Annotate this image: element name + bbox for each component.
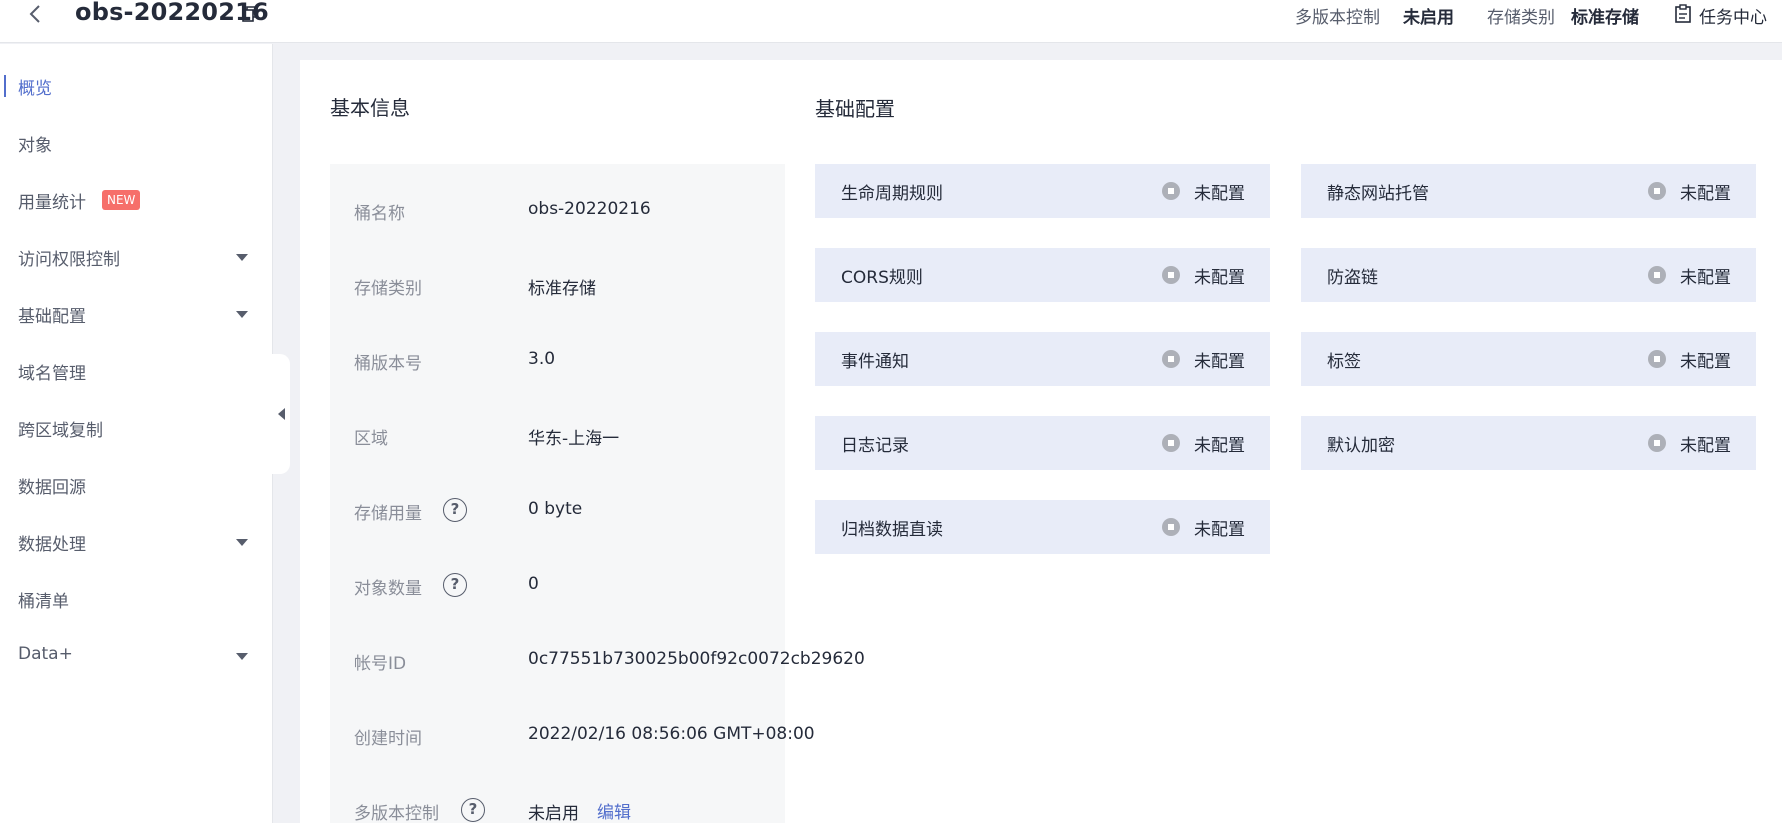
bucket-name-label: 桶名称 [354, 204, 405, 224]
status-dot-icon [1648, 182, 1666, 200]
account-id-label: 帐号ID [354, 654, 407, 674]
config-name: 静态网站托管 [1327, 184, 1429, 204]
sidebar-item-label: 概览 [18, 79, 52, 99]
versioning-value: 未启用 [1403, 8, 1454, 28]
storage-class-value: 标准存储 [528, 279, 596, 299]
account-id-value: 0c77551b730025b00f92c0072cb29620 [528, 649, 865, 669]
copy-icon[interactable] [240, 4, 260, 24]
back-arrow-icon[interactable] [24, 2, 48, 26]
config-status: 未配置 [1194, 352, 1245, 372]
config-hotlink-protection[interactable]: 防盗链 未配置 [1301, 248, 1756, 302]
sidebar-item-bucket-inventory[interactable]: 桶清单 [0, 579, 273, 619]
versioning-label: 多版本控制 [1295, 8, 1380, 28]
config-lifecycle-rules[interactable]: 生命周期规则 未配置 [815, 164, 1270, 218]
task-center-link[interactable]: 任务中心 [1699, 3, 1767, 28]
sidebar-item-basic-config[interactable]: 基础配置 [0, 294, 273, 334]
versioning-value: 未启用 [528, 804, 579, 823]
status-dot-icon [1162, 518, 1180, 536]
config-default-encryption[interactable]: 默认加密 未配置 [1301, 416, 1756, 470]
config-status: 未配置 [1194, 520, 1245, 540]
status-dot-icon [1162, 266, 1180, 284]
config-event-notification[interactable]: 事件通知 未配置 [815, 332, 1270, 386]
help-icon[interactable]: ? [443, 498, 467, 522]
status-dot-icon [1162, 350, 1180, 368]
sidebar-item-access-control[interactable]: 访问权限控制 [0, 237, 273, 277]
sidebar-item-label: 用量统计 [18, 193, 86, 213]
sidebar-item-objects[interactable]: 对象 [0, 123, 273, 163]
bucket-name-value: obs-20220216 [528, 199, 651, 219]
caret-down-icon [236, 539, 248, 546]
config-status: 未配置 [1680, 436, 1731, 456]
sidebar-item-label: 基础配置 [18, 307, 86, 327]
storage-class-label: 存储类别 [1487, 8, 1555, 28]
config-name: 日志记录 [841, 436, 909, 456]
object-count-value: 0 [528, 574, 539, 594]
top-header: obs-20220216 多版本控制 未启用 存储类别 标准存储 任务中心 [0, 0, 1782, 43]
help-icon[interactable]: ? [461, 798, 485, 822]
caret-down-icon [236, 311, 248, 318]
config-name: 生命周期规则 [841, 184, 943, 204]
storage-usage-label: 存储用量 [354, 504, 422, 524]
caret-down-icon [236, 254, 248, 261]
config-status: 未配置 [1194, 184, 1245, 204]
status-dot-icon [1162, 182, 1180, 200]
status-dot-icon [1648, 350, 1666, 368]
object-count-label: 对象数量 [354, 579, 422, 599]
status-dot-icon [1648, 434, 1666, 452]
storage-usage-value: 0 byte [528, 499, 583, 519]
sidebar-item-label: 域名管理 [18, 364, 86, 384]
config-name: 默认加密 [1327, 436, 1395, 456]
config-status: 未配置 [1680, 268, 1731, 288]
sidebar-item-label: 数据处理 [18, 535, 86, 555]
config-name: 标签 [1327, 352, 1361, 372]
storage-class-label: 存储类别 [354, 279, 422, 299]
sidebar: 概览 对象 用量统计 NEW 访问权限控制 基础配置 域名管理 跨区域复制 数据… [0, 44, 273, 823]
sidebar-item-usage-stats[interactable]: 用量统计 NEW [0, 180, 273, 220]
caret-down-icon [236, 653, 248, 660]
creation-time-label: 创建时间 [354, 729, 422, 749]
sidebar-item-label: 数据回源 [18, 478, 86, 498]
edit-versioning-link[interactable]: 编辑 [597, 798, 631, 823]
status-dot-icon [1162, 434, 1180, 452]
config-cors-rules[interactable]: CORS规则 未配置 [815, 248, 1270, 302]
task-center-icon[interactable] [1674, 4, 1692, 24]
config-name: 防盗链 [1327, 268, 1378, 288]
bucket-version-label: 桶版本号 [354, 354, 422, 374]
sidebar-item-data-plus[interactable]: Data+ [0, 636, 273, 676]
config-status: 未配置 [1194, 436, 1245, 456]
config-name: 事件通知 [841, 352, 909, 372]
region-label: 区域 [354, 429, 388, 449]
creation-time-value: 2022/02/16 08:56:06 GMT+08:00 [528, 724, 815, 744]
config-status: 未配置 [1194, 268, 1245, 288]
sidebar-collapse-handle[interactable] [272, 354, 290, 474]
sidebar-item-data-processing[interactable]: 数据处理 [0, 522, 273, 562]
storage-class-value: 标准存储 [1571, 8, 1639, 28]
sidebar-item-label: 对象 [18, 136, 52, 156]
versioning-label: 多版本控制 [354, 804, 439, 823]
config-name: CORS规则 [841, 268, 923, 288]
sidebar-item-domain-management[interactable]: 域名管理 [0, 351, 273, 391]
sidebar-item-back-to-source[interactable]: 数据回源 [0, 465, 273, 505]
config-name: 归档数据直读 [841, 520, 943, 540]
sidebar-item-label: 跨区域复制 [18, 421, 103, 441]
status-dot-icon [1648, 266, 1666, 284]
basic-config-title: 基础配置 [815, 97, 895, 121]
config-archive-direct-read[interactable]: 归档数据直读 未配置 [815, 500, 1270, 554]
config-status: 未配置 [1680, 352, 1731, 372]
config-logging[interactable]: 日志记录 未配置 [815, 416, 1270, 470]
sidebar-item-label: 桶清单 [18, 592, 69, 612]
sidebar-item-cross-region-replication[interactable]: 跨区域复制 [0, 408, 273, 448]
config-tags[interactable]: 标签 未配置 [1301, 332, 1756, 386]
sidebar-item-label: 访问权限控制 [18, 250, 120, 270]
config-static-website-hosting[interactable]: 静态网站托管 未配置 [1301, 164, 1756, 218]
bucket-version-value: 3.0 [528, 349, 556, 369]
help-icon[interactable]: ? [443, 573, 467, 597]
new-badge: NEW [102, 190, 141, 210]
config-status: 未配置 [1680, 184, 1731, 204]
region-value: 华东-上海一 [528, 429, 620, 449]
basic-info-title: 基本信息 [330, 96, 410, 120]
sidebar-item-overview[interactable]: 概览 [0, 66, 273, 106]
sidebar-item-label: Data+ [18, 644, 73, 664]
